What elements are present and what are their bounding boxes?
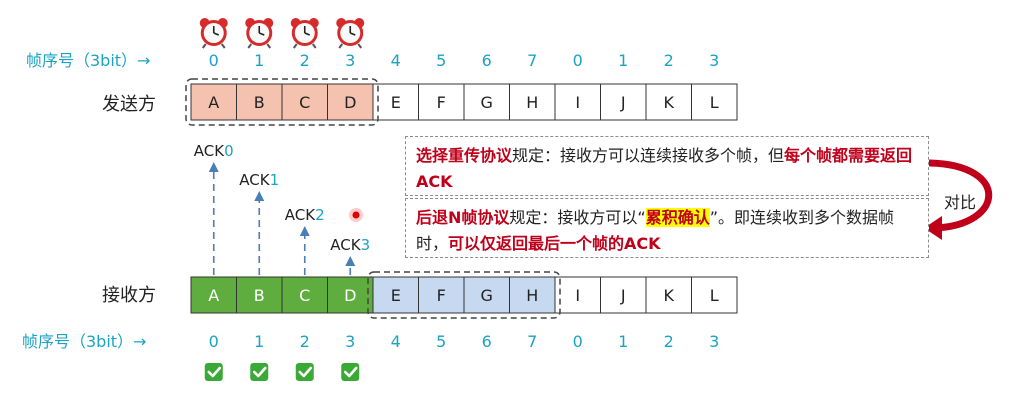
receiver-frame-label: A [208, 286, 219, 305]
gbn-title: 后退N帧协议 [416, 208, 510, 227]
receiver-frame-label: C [299, 286, 310, 305]
alarm-clock-icon [336, 18, 365, 49]
alarm-clock-icon [290, 18, 319, 49]
seq-number-bottom: 1 [618, 332, 628, 351]
ack-label: ACK3 [330, 236, 370, 254]
seq-number-bottom: 3 [709, 332, 719, 351]
gbn-emph: 可以仅返回最后一个帧的ACK [448, 234, 661, 253]
gbn-text1: 规定：接收方可以“ [509, 208, 646, 227]
seq-number-bottom: 4 [391, 332, 401, 351]
seq-number-bottom: 2 [300, 332, 310, 351]
ack-arrows: ACK0 ACK1 ACK2 ACK3 [194, 142, 370, 275]
receiver-frame-label: J [620, 286, 626, 305]
alarm-clock-icon [245, 18, 274, 49]
seq-number-bottom: 0 [573, 332, 583, 351]
go-back-n-note: 后退N帧协议规定：接收方可以“累积确认”。即连续收到多个数据帧时，可以仅返回最后… [405, 198, 929, 258]
seq-number-bottom: 5 [436, 332, 446, 351]
receiver-frame-label: K [664, 286, 675, 305]
green-check-icon [204, 363, 223, 381]
green-check-icon [341, 363, 360, 381]
ack-label: ACK2 [285, 206, 325, 224]
sender-frame-label: A [208, 93, 219, 112]
seq-number-top: 7 [527, 51, 537, 70]
sr-title: 选择重传协议 [416, 146, 513, 165]
sender-frame-row: A B C D E F G H I J K L [185, 78, 738, 126]
seq-number-top: 0 [573, 51, 583, 70]
receiver-frame-row: A B C D E F G H I J K L [190, 271, 738, 319]
receiver-label: 接收方 [102, 285, 156, 306]
alarm-row [199, 18, 365, 49]
seq-number-bottom: 3 [345, 332, 355, 351]
seq-number-top: 1 [254, 51, 264, 70]
seq-number-bottom: 0 [209, 332, 219, 351]
receiver-frame-label: B [254, 286, 265, 305]
sender-frame-label: J [620, 93, 626, 112]
sender-frame-label: I [575, 93, 580, 112]
seq-number-top: 6 [482, 51, 492, 70]
seq-number-top: 0 [209, 51, 219, 70]
receiver-frame-label: I [575, 286, 580, 305]
seq-number-top: 2 [300, 51, 310, 70]
receiver-frame-label: G [481, 286, 493, 305]
seq-number-bottom: 7 [527, 332, 537, 351]
seq-number-bottom: 6 [482, 332, 492, 351]
seq-label-bottom: 帧序号（3bit）→ [22, 332, 146, 351]
sender-frame-label: D [344, 93, 356, 112]
seq-number-top: 3 [709, 51, 719, 70]
green-check-icon [250, 363, 269, 381]
sender-frame-label: H [526, 93, 538, 112]
ack-arrow-head [299, 226, 310, 236]
receiver-frame-label: D [344, 286, 356, 305]
sender-frame-label: F [437, 93, 446, 112]
ack-arrow-head [345, 256, 356, 266]
ack-arrow-head [254, 191, 265, 201]
alarm-clock-icon [199, 18, 228, 49]
seq-number-top: 5 [436, 51, 446, 70]
seq-number-bottom: 1 [254, 332, 264, 351]
selective-repeat-note: 选择重传协议规定：接收方可以连续接收多个帧，但每个帧都需要返回ACK [405, 136, 929, 196]
seq-number-top: 4 [391, 51, 401, 70]
seq-number-top: 1 [618, 51, 628, 70]
ack-arrow-head [208, 162, 219, 172]
sr-text: 规定：接收方可以连续接收多个帧，但 [512, 146, 785, 165]
top-seq-numbers: 0 1 2 3 4 5 6 7 0 1 2 3 [209, 51, 720, 70]
seq-number-top: 2 [664, 51, 674, 70]
seq-label-top: 帧序号（3bit）→ [26, 51, 150, 70]
sender-frame-label: L [710, 93, 719, 112]
receiver-frame-label: L [710, 286, 719, 305]
sender-frame-label: C [299, 93, 310, 112]
seq-number-bottom: 2 [664, 332, 674, 351]
pointer-dot-core [352, 211, 360, 219]
check-row [204, 363, 360, 381]
sender-label: 发送方 [102, 94, 156, 115]
sender-frame-label: K [664, 93, 675, 112]
gbn-highlight: 累积确认 [645, 208, 710, 227]
seq-number-top: 3 [345, 51, 355, 70]
ack-label: ACK1 [239, 171, 279, 189]
sender-frame-label: B [254, 93, 265, 112]
green-check-icon [295, 363, 314, 381]
receiver-frame-label: H [526, 286, 538, 305]
receiver-frame-label: E [391, 286, 401, 305]
bottom-seq-numbers: 0 1 2 3 4 5 6 7 0 1 2 3 [209, 332, 720, 351]
ack-label: ACK0 [194, 142, 234, 160]
receiver-frame-label: F [437, 286, 446, 305]
sender-frame-label: E [391, 93, 401, 112]
compare-label: 对比 [944, 193, 976, 212]
sender-frame-label: G [481, 93, 493, 112]
diagram-stage: 帧序号（3bit）→ 帧序号（3bit）→ 发送方 接收方 0 1 2 3 4 5 6 7 0 1… [0, 0, 1018, 409]
